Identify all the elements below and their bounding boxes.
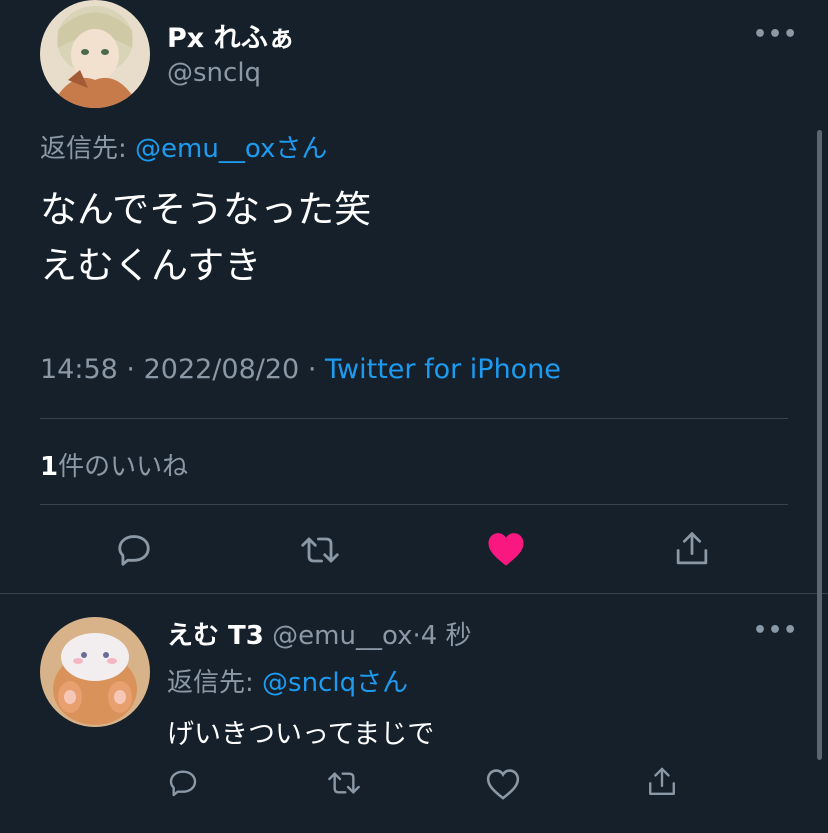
display-name[interactable]: えむ T3 [167, 621, 264, 651]
avatar[interactable] [40, 0, 150, 108]
reply-to-prefix: 返信先: [167, 668, 254, 698]
separator-dot: · [307, 354, 317, 385]
user-handle[interactable]: @snclq [167, 58, 261, 88]
like-icon[interactable] [486, 768, 520, 800]
tweet-date: 2022/08/20 [143, 354, 300, 385]
reply-header: えむ T3 @emu__ox·4 秒 [167, 615, 472, 652]
tweet-text: げいきついってまじで [167, 719, 435, 750]
avatar-image [40, 617, 150, 727]
separator-dot: · [412, 621, 421, 651]
share-icon[interactable] [646, 765, 678, 799]
likes-count-line[interactable]: 1件のいいね [40, 446, 188, 483]
display-name[interactable]: Px れふぁ [167, 16, 295, 55]
reply-icon[interactable] [167, 767, 199, 799]
user-handle[interactable]: @emu__ox [272, 621, 412, 651]
reply-icon[interactable] [115, 531, 153, 569]
reply-to-line: 返信先: @snclqさん [167, 662, 408, 699]
tweet-text-line-1: なんでそうなった笑 [40, 188, 372, 231]
tweet-text: なんでそうなった笑 えむくんすき [40, 182, 371, 294]
tweet-text-line-2: えむくんすき [40, 244, 262, 287]
scrollbar[interactable] [817, 130, 822, 760]
reply-to-suffix[interactable]: さん [356, 668, 408, 698]
more-options-icon[interactable]: ••• [753, 22, 798, 47]
divider [40, 418, 788, 419]
reply-to-suffix[interactable]: さん [275, 134, 327, 164]
retweet-icon[interactable] [298, 531, 342, 569]
share-icon[interactable] [673, 529, 711, 569]
reply-to-handle[interactable]: @snclq [262, 668, 356, 698]
divider [40, 504, 788, 505]
reply-to-prefix: 返信先: [40, 134, 127, 164]
tweet-source[interactable]: Twitter for iPhone [325, 354, 561, 385]
tweet-time-ago: 4 秒 [420, 621, 472, 651]
reply-to-line: 返信先: @emu__oxさん [40, 128, 327, 165]
more-options-icon[interactable]: ••• [753, 618, 798, 643]
likes-label: 件のいいね [58, 452, 189, 482]
retweet-icon[interactable] [325, 767, 363, 799]
tweet-meta: 14:58 · 2022/08/20 · Twitter for iPhone [40, 354, 561, 385]
divider [0, 593, 828, 594]
avatar-image [40, 0, 150, 108]
like-icon-filled[interactable] [486, 530, 526, 568]
separator-dot: · [126, 354, 135, 385]
reply-to-handle[interactable]: @emu__ox [135, 134, 275, 164]
tweet-time: 14:58 [40, 354, 118, 385]
avatar[interactable] [40, 617, 150, 727]
likes-count: 1 [40, 452, 59, 482]
